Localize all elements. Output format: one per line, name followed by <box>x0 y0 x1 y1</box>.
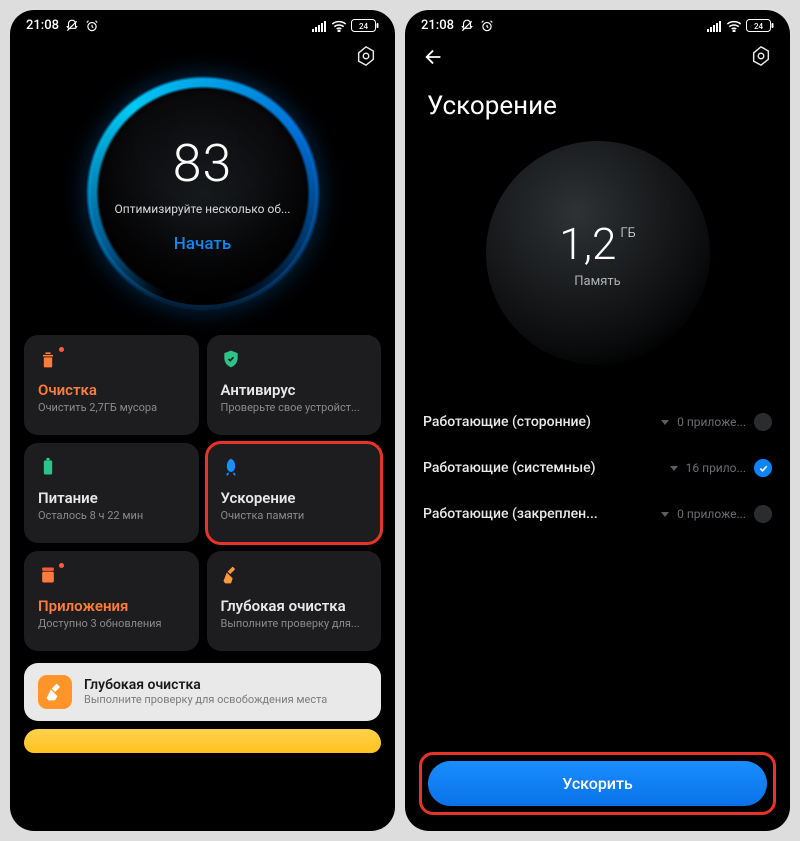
antivirus-icon <box>221 349 243 371</box>
tile-antivirus[interactable]: Антивирус Проверьте свое устройст... <box>207 335 382 435</box>
checkbox-unchecked-icon[interactable] <box>754 505 772 523</box>
tile-boost[interactable]: Ускорение Очистка памяти <box>207 443 382 543</box>
signal-icon <box>707 20 722 32</box>
tile-subtitle: Доступно 3 обновления <box>38 617 185 630</box>
score-circle: 83 Оптимизируйте несколько об... Начать <box>91 81 315 305</box>
settings-icon[interactable] <box>750 45 772 67</box>
cleanup-icon <box>38 349 60 371</box>
memory-label: Память <box>574 274 620 289</box>
svg-text:24: 24 <box>754 22 764 31</box>
status-bar: 21:08 24 <box>10 10 395 37</box>
row-label: Работающие (сторонние) <box>423 414 591 430</box>
tile-cleanup[interactable]: Очистка Очистить 2,7ГБ мусора <box>24 335 199 435</box>
tile-subtitle: Проверьте свое устройст... <box>221 401 368 414</box>
tile-title: Приложения <box>38 597 185 615</box>
score-section: 83 Оптимизируйте несколько об... Начать <box>10 75 395 323</box>
score-hint: Оптимизируйте несколько об... <box>115 202 291 216</box>
tile-subtitle: Очистка памяти <box>221 509 368 522</box>
boost-icon <box>221 457 243 479</box>
start-button[interactable]: Начать <box>174 234 231 254</box>
signal-icon <box>312 20 327 32</box>
phone-boost-app: 21:08 24 Ускорение 1,2 ГБ Память Работаю… <box>405 10 790 831</box>
back-icon[interactable] <box>423 45 447 69</box>
page-title: Ускорение <box>405 77 790 129</box>
status-time: 21:08 <box>421 18 454 33</box>
row-value: 0 приложе... <box>677 415 746 429</box>
checkbox-checked-icon[interactable] <box>754 459 772 477</box>
boost-button[interactable]: Ускорить <box>428 761 767 806</box>
tile-subtitle: Осталось 8 ч 22 мин <box>38 509 185 522</box>
row-value: 0 приложе... <box>677 507 746 521</box>
dnd-icon <box>460 19 474 33</box>
deep-clean-sub: Выполните проверку для освобождения мест… <box>84 693 367 707</box>
row-system[interactable]: Работающие (системные) 16 прило... <box>423 445 772 491</box>
phone-security-app: 21:08 24 83 Оптимизируйте несколько об..… <box>10 10 395 831</box>
tile-deepclean[interactable]: Глубокая очистка Выполните проверку для.… <box>207 551 382 651</box>
tile-title: Очистка <box>38 381 185 399</box>
tile-title: Питание <box>38 489 185 507</box>
chevron-down-icon <box>661 512 669 517</box>
tile-apps[interactable]: Приложения Доступно 3 обновления <box>24 551 199 651</box>
tile-subtitle: Выполните проверку для... <box>221 617 368 630</box>
top-bar <box>405 37 790 77</box>
apps-icon <box>38 565 60 587</box>
tile-title: Ускорение <box>221 489 368 507</box>
battery-icon: 24 <box>351 19 379 32</box>
chevron-down-icon <box>670 466 678 471</box>
alarm-icon <box>85 19 99 33</box>
row-value: 16 прило... <box>686 461 746 475</box>
dnd-icon <box>65 19 79 33</box>
deep-clean-title: Глубокая очистка <box>84 677 367 693</box>
status-bar: 21:08 24 <box>405 10 790 37</box>
svg-text:24: 24 <box>359 22 369 31</box>
memory-value: 1,2 <box>559 218 616 270</box>
score-value: 83 <box>173 133 233 194</box>
chevron-down-icon <box>661 420 669 425</box>
process-list: Работающие (сторонние) 0 приложе... Рабо… <box>405 391 790 537</box>
memory-circle: 1,2 ГБ Память <box>486 141 710 365</box>
row-label: Работающие (системные) <box>423 460 596 476</box>
memory-section: 1,2 ГБ Память <box>405 129 790 391</box>
tile-subtitle: Очистить 2,7ГБ мусора <box>38 401 185 414</box>
row-pinned[interactable]: Работающие (закреплен... 0 приложе... <box>423 491 772 537</box>
memory-unit: ГБ <box>620 226 635 241</box>
top-bar <box>10 37 395 75</box>
cta-highlight: Ускорить <box>419 752 776 815</box>
row-label: Работающие (закреплен... <box>423 506 598 522</box>
wifi-icon <box>726 20 742 32</box>
notification-dot-icon <box>59 563 64 568</box>
promo-strip[interactable] <box>24 729 381 753</box>
tools-grid: Очистка Очистить 2,7ГБ мусора Антивирус … <box>10 323 395 657</box>
wifi-icon <box>331 20 347 32</box>
deepclean-icon <box>221 565 243 587</box>
row-third-party[interactable]: Работающие (сторонние) 0 приложе... <box>423 399 772 445</box>
deep-clean-card[interactable]: Глубокая очистка Выполните проверку для … <box>24 663 381 721</box>
tile-title: Антивирус <box>221 381 368 399</box>
power-icon <box>38 457 60 479</box>
settings-icon[interactable] <box>355 45 377 67</box>
battery-icon: 24 <box>746 19 774 32</box>
status-time: 21:08 <box>26 18 59 33</box>
notification-dot-icon <box>59 347 64 352</box>
checkbox-unchecked-icon[interactable] <box>754 413 772 431</box>
tile-power[interactable]: Питание Осталось 8 ч 22 мин <box>24 443 199 543</box>
broom-icon <box>38 675 72 709</box>
tile-title: Глубокая очистка <box>221 597 368 615</box>
alarm-icon <box>480 19 494 33</box>
